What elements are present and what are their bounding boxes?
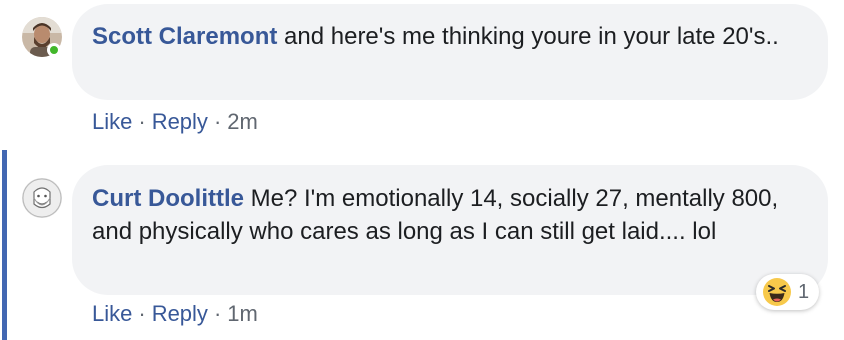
comment-actions: Like · Reply · 2m: [92, 107, 258, 137]
comment-actions: Like · Reply · 1m: [92, 299, 258, 329]
reply-button[interactable]: Reply: [152, 301, 208, 326]
comment-timestamp[interactable]: 1m: [227, 301, 258, 326]
online-status-dot: [47, 43, 61, 57]
thread-highlight-bar: [2, 150, 7, 340]
separator: ·: [138, 109, 146, 134]
avatar[interactable]: [22, 178, 62, 218]
comment-author[interactable]: Curt Doolittle: [92, 185, 244, 212]
reaction-summary[interactable]: 1: [756, 274, 820, 310]
comment-curt: Curt Doolittle Me? I'm emotionally 14, s…: [0, 150, 844, 340]
separator: ·: [213, 301, 222, 326]
comment-thread: Scott Claremont and here's me thinking y…: [0, 0, 844, 340]
comment-bubble: Scott Claremont and here's me thinking y…: [72, 4, 828, 100]
reaction-count: 1: [798, 280, 810, 303]
comment-bubble: Curt Doolittle Me? I'm emotionally 14, s…: [72, 165, 828, 295]
separator: ·: [138, 301, 146, 326]
comment-timestamp[interactable]: 2m: [227, 109, 258, 134]
profile-photo-icon: [22, 178, 62, 218]
comment-text: and here's me thinking youre in your lat…: [284, 23, 779, 50]
reply-button[interactable]: Reply: [152, 109, 208, 134]
separator: ·: [213, 109, 222, 134]
comment-scott: Scott Claremont and here's me thinking y…: [0, 0, 844, 150]
haha-emoji-icon: [763, 278, 791, 306]
like-button[interactable]: Like: [92, 301, 132, 326]
like-button[interactable]: Like: [92, 109, 132, 134]
comment-author[interactable]: Scott Claremont: [92, 23, 277, 50]
